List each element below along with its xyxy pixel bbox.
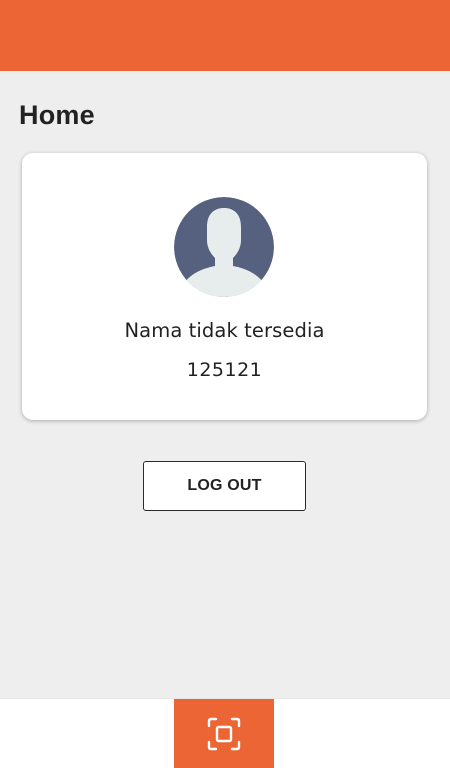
scan-frame-icon bbox=[207, 717, 241, 751]
profile-id: 125121 bbox=[186, 359, 263, 381]
profile-card: Nama tidak tersedia 125121 bbox=[22, 153, 427, 420]
bottom-navigation-bar bbox=[0, 698, 450, 768]
top-app-bar bbox=[0, 0, 450, 71]
profile-name: Nama tidak tersedia bbox=[124, 319, 325, 342]
page-title: Home bbox=[19, 100, 95, 130]
avatar bbox=[174, 197, 274, 297]
scan-button[interactable] bbox=[174, 699, 274, 768]
app-screen: Home Nama tidak tersedia 125121 LOG OUT bbox=[0, 0, 450, 768]
logout-button[interactable]: LOG OUT bbox=[143, 461, 306, 511]
user-silhouette-icon bbox=[174, 197, 274, 297]
